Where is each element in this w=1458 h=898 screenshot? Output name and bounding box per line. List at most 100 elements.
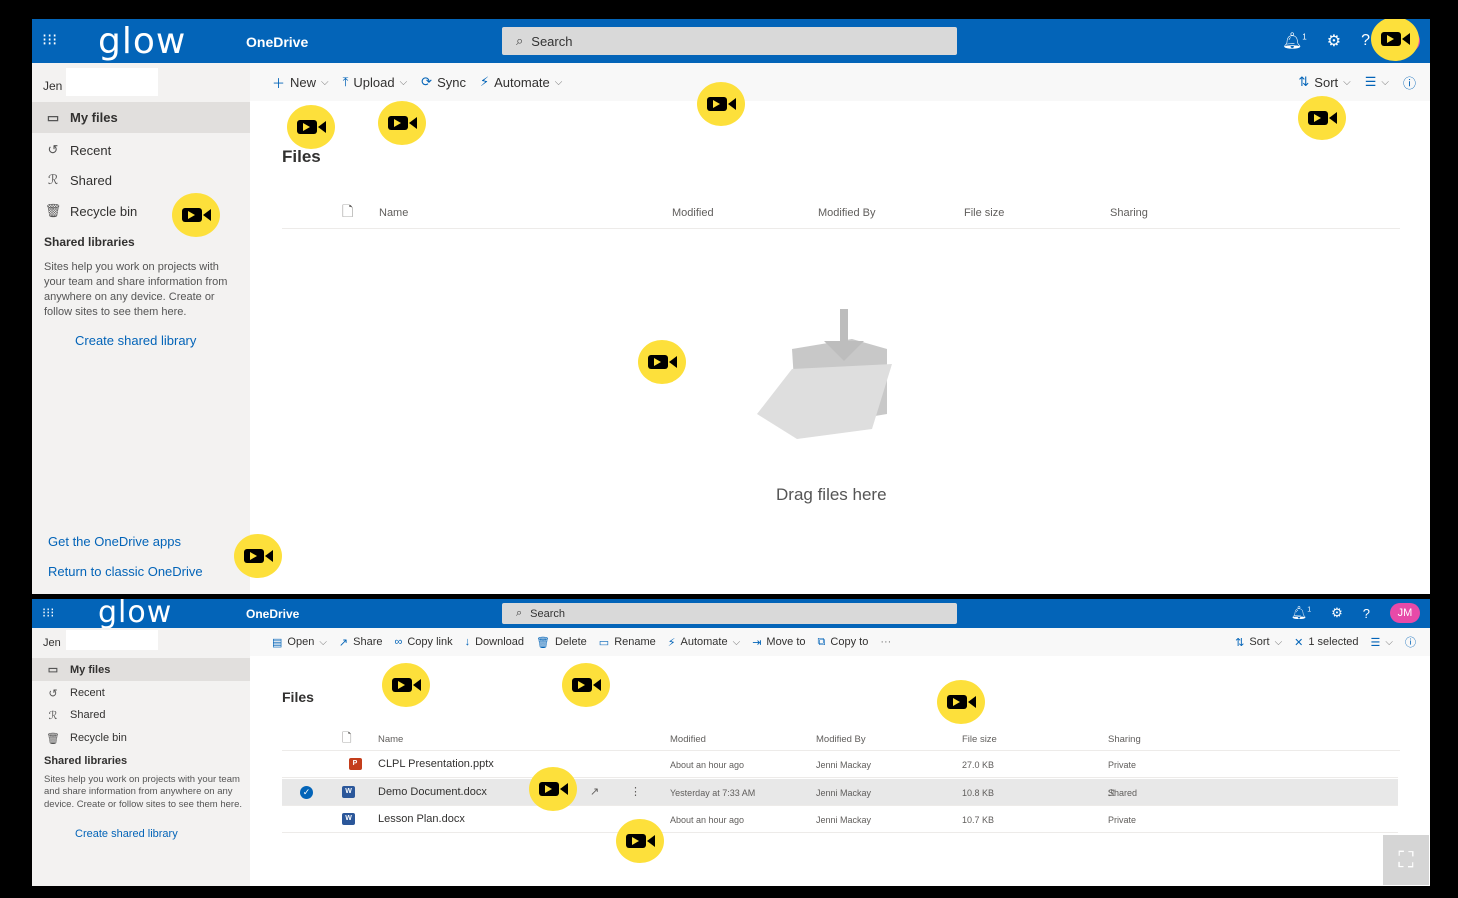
nav-item-my-files[interactable]: ▭ My files — [32, 658, 250, 681]
video-marker-icon[interactable] — [638, 340, 686, 384]
open-button[interactable]: ▤ Open ⌵ — [272, 636, 327, 649]
help-icon[interactable]: ? — [1361, 32, 1370, 50]
column-modified-by[interactable]: Modified By — [816, 734, 866, 745]
nav-item-recent[interactable]: ↺ Recent — [32, 683, 250, 703]
video-marker-icon[interactable] — [562, 663, 610, 707]
column-modified-by[interactable]: Modified By — [818, 207, 875, 219]
settings-gear-icon[interactable]: ⚙︎ — [1331, 605, 1343, 621]
column-file-size[interactable]: File size — [962, 734, 997, 745]
user-avatar[interactable]: JM — [1390, 603, 1420, 623]
automate-button[interactable]: ⚡︎ Automate ⌵ — [480, 74, 562, 90]
video-marker-icon[interactable] — [1371, 19, 1419, 61]
file-name[interactable]: CLPL Presentation.pptx — [378, 758, 494, 770]
glow-logo: glow — [98, 21, 187, 62]
rename-icon: ▭ — [598, 636, 610, 649]
video-marker-icon[interactable] — [287, 105, 335, 149]
view-options-button[interactable]: ☰ ⌵ — [1365, 74, 1389, 90]
video-marker-icon[interactable] — [234, 534, 282, 578]
video-marker-icon[interactable] — [697, 82, 745, 126]
nav-item-my-files[interactable]: ▭ My files — [32, 102, 250, 133]
copy-link-button[interactable]: ∞ Copy link — [395, 636, 453, 648]
get-onedrive-apps-link[interactable]: Get the OneDrive apps — [48, 534, 181, 549]
download-button[interactable]: ↓ Download — [465, 636, 524, 648]
chevron-down-icon: ⌵ — [554, 76, 563, 88]
app-launcher-icon[interactable]: ⁝⁝⁝ — [42, 30, 62, 50]
file-row[interactable]: W Lesson Plan.docx About an hour ago Jen… — [282, 807, 1398, 833]
file-row[interactable]: P CLPL Presentation.pptx About an hour a… — [282, 752, 1398, 778]
search-placeholder: Search — [531, 33, 573, 49]
share-icon[interactable]: ↗ — [590, 785, 599, 798]
rename-button[interactable]: ▭ Rename — [599, 636, 656, 649]
return-classic-link[interactable]: Return to classic OneDrive — [48, 564, 203, 579]
notification-icon[interactable]: 🔔︎1 — [1282, 31, 1307, 51]
delete-button[interactable]: 🗑︎ Delete — [536, 636, 587, 649]
column-name[interactable]: Name — [378, 734, 403, 745]
search-box[interactable]: ⌕ Search — [502, 27, 957, 55]
video-marker-icon[interactable] — [616, 819, 664, 863]
nav-item-recent[interactable]: ↺ Recent — [32, 136, 250, 164]
column-header-row: 🗋︎ Name Modified Modified By File size S… — [282, 199, 1400, 229]
column-modified[interactable]: Modified — [670, 734, 706, 745]
new-button[interactable]: ＋ New ⌵ — [272, 73, 329, 92]
app-launcher-icon[interactable]: ⁝⁝⁝ — [42, 605, 62, 621]
column-modified[interactable]: Modified — [672, 207, 714, 219]
video-marker-icon[interactable] — [378, 101, 426, 145]
list-view-icon: ☰ — [1364, 74, 1377, 89]
copy-to-button[interactable]: ⧉ Copy to — [818, 636, 869, 649]
app-name[interactable]: OneDrive — [246, 34, 308, 50]
shared-libraries-heading: Shared libraries — [44, 235, 135, 249]
nav-item-shared[interactable]: ℛ Shared — [32, 705, 250, 725]
info-pane-button[interactable]: ⓘ — [1403, 73, 1416, 92]
video-marker-icon[interactable] — [937, 680, 985, 724]
video-marker-icon[interactable] — [529, 767, 577, 811]
shared-libraries-heading: Shared libraries — [44, 755, 128, 767]
chevron-down-icon: ⌵ — [1343, 76, 1351, 88]
view-options-button[interactable]: ☰ ⌵ — [1371, 636, 1393, 649]
nav-item-shared[interactable]: ℛ Shared — [32, 166, 250, 194]
suite-header: ⁝⁝⁝ glow OneDrive ⌕ Search 🔔︎1 ⚙︎ ? JM — [32, 599, 1430, 630]
app-name[interactable]: OneDrive — [246, 607, 299, 621]
file-modified: About an hour ago — [670, 760, 745, 770]
automate-button[interactable]: ⚡︎ Automate ⌵ — [668, 636, 740, 649]
notification-icon[interactable]: 🔔︎1 — [1291, 605, 1311, 621]
help-icon[interactable]: ? — [1363, 606, 1370, 621]
column-file-size[interactable]: File size — [964, 207, 1004, 219]
column-header-row: 🗋︎ Name Modified Modified By File size S… — [282, 727, 1400, 751]
sync-button[interactable]: ⟳ Sync — [421, 74, 466, 90]
more-actions-button[interactable]: ··· — [880, 636, 891, 648]
upload-arrow-icon: ⤒ — [342, 74, 349, 89]
file-name[interactable]: Demo Document.docx — [378, 786, 487, 798]
fullscreen-expand-icon[interactable]: ⛶ — [1383, 835, 1429, 885]
move-to-button[interactable]: ⇥ Move to — [752, 636, 805, 649]
sort-icon: ⇅ — [1298, 74, 1310, 89]
column-name[interactable]: Name — [379, 207, 408, 219]
clear-selection-button[interactable]: ✕ 1 selected — [1294, 636, 1358, 649]
onedrive-files-view: ⁝⁝⁝ glow OneDrive ⌕ Search 🔔︎1 ⚙︎ ? JM J… — [32, 599, 1430, 886]
more-vertical-icon[interactable]: ⋮ — [630, 785, 641, 798]
chevron-down-icon: ⌵ — [1274, 636, 1283, 648]
settings-gear-icon[interactable]: ⚙︎ — [1327, 31, 1341, 51]
video-marker-icon[interactable] — [172, 193, 220, 237]
sort-button[interactable]: ⇅ Sort ⌵ — [1235, 636, 1282, 649]
upload-button[interactable]: ⤒ Upload ⌵ — [343, 74, 408, 90]
redacted-name-block — [66, 630, 158, 650]
column-sharing[interactable]: Sharing — [1108, 734, 1141, 745]
nav-item-recycle-bin[interactable]: 🗑︎ Recycle bin — [32, 728, 250, 748]
chevron-down-icon: ⌵ — [321, 76, 329, 88]
download-icon: ↓ — [464, 636, 471, 648]
selected-check-icon[interactable]: ✓ — [300, 786, 313, 799]
create-shared-library-link[interactable]: Create shared library — [75, 333, 196, 348]
file-row-selected[interactable]: ✓ W Demo Document.docx ↗ ⋮ Yesterday at … — [282, 779, 1398, 806]
file-size: 10.8 KB — [962, 788, 995, 798]
column-sharing[interactable]: Sharing — [1110, 207, 1148, 219]
page-title: Files — [282, 147, 321, 166]
left-nav: Jen ▭ My files ↺ Recent ℛ Shared 🗑︎ Recycle … — [32, 63, 250, 594]
share-button[interactable]: ↗ Share — [339, 636, 383, 649]
video-marker-icon[interactable] — [382, 663, 430, 707]
search-box[interactable]: ⌕ Search — [502, 603, 957, 624]
video-marker-icon[interactable] — [1298, 96, 1346, 140]
create-shared-library-link[interactable]: Create shared library — [75, 828, 178, 840]
file-name[interactable]: Lesson Plan.docx — [378, 813, 465, 825]
sort-button[interactable]: ⇅ Sort ⌵ — [1298, 74, 1350, 90]
info-pane-button[interactable]: ⓘ — [1405, 634, 1416, 650]
